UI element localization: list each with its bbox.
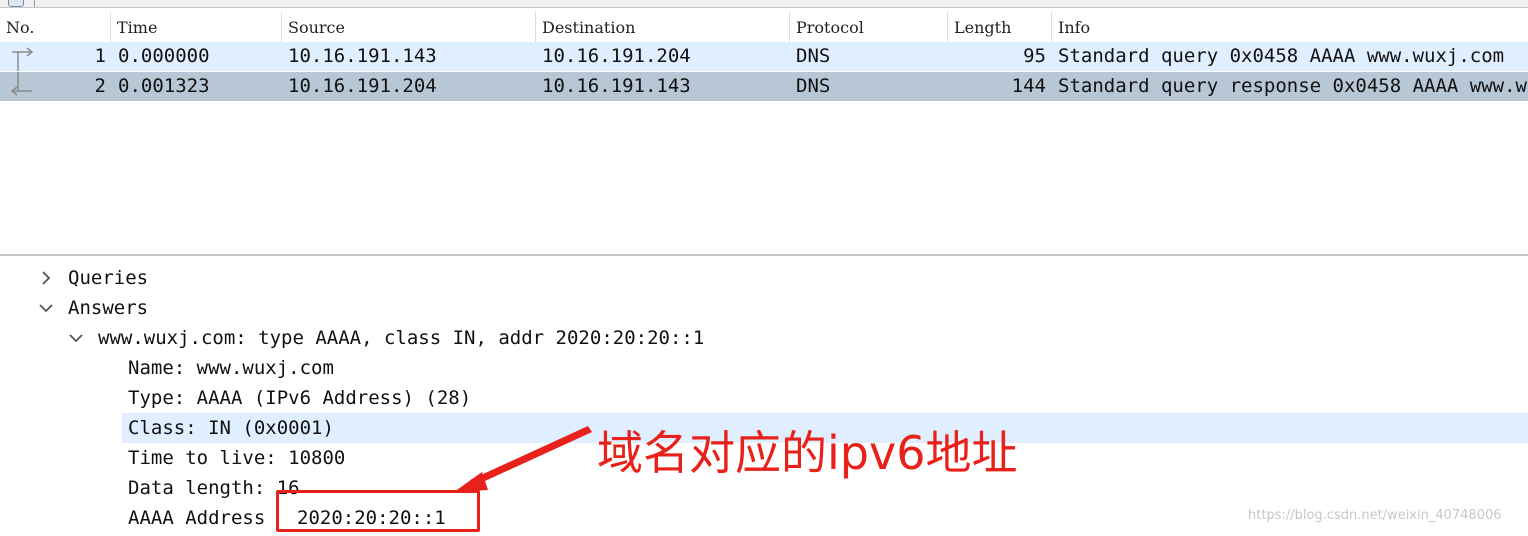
wireshark-window: No. Time Source Destination Protocol Len… — [0, 0, 1528, 536]
annotation-arrow-icon — [454, 426, 592, 492]
related-response-icon — [10, 72, 32, 96]
packet-destination: 10.16.191.143 — [542, 75, 691, 97]
tree-item-label: www.wuxj.com: type AAAA, class IN, addr … — [98, 327, 705, 349]
packet-info: Standard query 0x0458 AAAA www.wuxj.com — [1058, 45, 1505, 67]
toolbar-separator — [34, 0, 35, 7]
tree-item-label: Type: AAAA (IPv6 Address) (28) — [128, 387, 472, 409]
toolbar-button-icon[interactable] — [8, 0, 24, 7]
packet-protocol: DNS — [796, 75, 831, 97]
column-header-source[interactable]: Source — [282, 12, 536, 42]
packet-time: 0.000000 — [118, 45, 210, 67]
column-header-length[interactable]: Length — [948, 12, 1052, 42]
chevron-down-icon[interactable] — [68, 323, 84, 353]
tree-item-label: Queries — [68, 267, 149, 289]
toolbar — [0, 0, 1528, 8]
packet-number: 2 — [94, 75, 106, 97]
tree-item-label: Name: www.wuxj.com — [128, 357, 334, 379]
tree-item-answer-entry[interactable]: www.wuxj.com: type AAAA, class IN, addr … — [0, 323, 1528, 353]
packet-length: 95 — [1023, 45, 1046, 67]
tree-item-label: Class: IN (0x0001) — [128, 417, 334, 439]
tree-item-answers[interactable]: Answers — [0, 293, 1528, 323]
watermark: https://blog.csdn.net/weixin_40748006 — [1248, 508, 1502, 523]
packet-source: 10.16.191.204 — [288, 75, 437, 97]
tree-item-label: Time to live: 10800 — [128, 447, 346, 469]
packet-list-header: No. Time Source Destination Protocol Len… — [0, 12, 1528, 42]
column-header-no[interactable]: No. — [0, 12, 111, 42]
column-header-info[interactable]: Info — [1052, 12, 1528, 42]
packet-info: Standard query response 0x0458 AAAA www.… — [1058, 75, 1528, 97]
tree-item-label: Data length: 16 — [128, 477, 300, 499]
packet-row[interactable]: 1 0.000000 10.16.191.143 10.16.191.204 D… — [0, 42, 1528, 71]
chevron-down-icon[interactable] — [38, 293, 54, 323]
packet-list-pane[interactable]: No. Time Source Destination Protocol Len… — [0, 8, 1528, 256]
column-header-time[interactable]: Time — [111, 12, 282, 42]
packet-length: 144 — [1011, 75, 1046, 97]
column-header-destination[interactable]: Destination — [536, 12, 790, 42]
tree-item-label: AAAA Address — [128, 507, 266, 529]
packet-details-pane[interactable]: Queries Answers www.wuxj.com: type AAAA,… — [0, 258, 1528, 536]
column-header-protocol[interactable]: Protocol — [790, 12, 948, 42]
packet-number: 1 — [94, 45, 106, 67]
chevron-right-icon[interactable] — [38, 263, 54, 293]
related-request-icon — [12, 47, 34, 71]
packet-row-selected[interactable]: 2 0.001323 10.16.191.204 10.16.191.143 D… — [0, 72, 1528, 101]
packet-destination: 10.16.191.204 — [542, 45, 691, 67]
tree-item-name[interactable]: Name: www.wuxj.com — [0, 353, 1528, 383]
packet-source: 10.16.191.143 — [288, 45, 437, 67]
tree-item-label: Answers — [68, 297, 149, 319]
tree-item-type[interactable]: Type: AAAA (IPv6 Address) (28) — [0, 383, 1528, 413]
packet-time: 0.001323 — [118, 75, 210, 97]
annotation-text: 域名对应的ipv6地址 — [597, 426, 1018, 480]
packet-protocol: DNS — [796, 45, 831, 67]
tree-item-queries[interactable]: Queries — [0, 263, 1528, 293]
